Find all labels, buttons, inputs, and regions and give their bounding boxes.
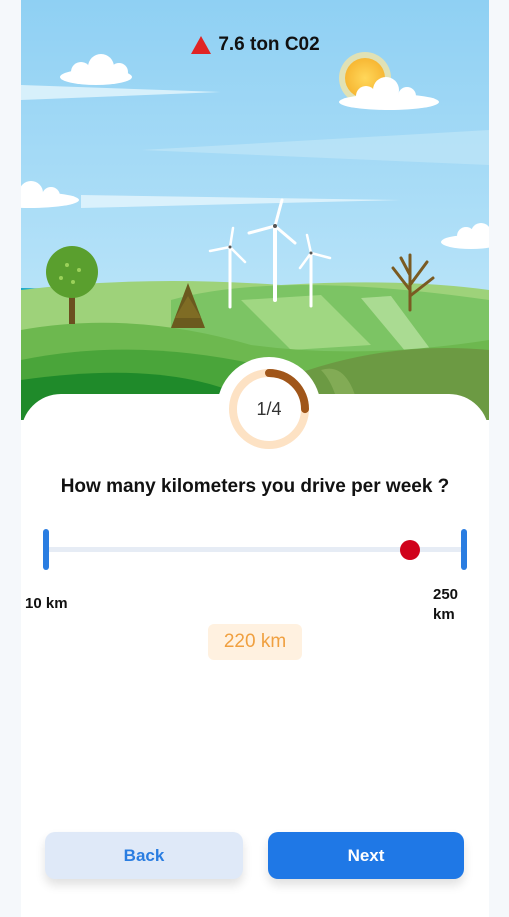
app-screen: 7.6 ton C02 1/4 How many kilometers you … [21, 0, 489, 917]
step-progress-ring: 1/4 [217, 357, 321, 461]
selected-value-badge: 220 km [208, 624, 302, 660]
slider-max-value: 250 [433, 586, 459, 603]
slider-min-label: 10 km [25, 595, 68, 612]
next-button[interactable]: Next [268, 832, 464, 879]
question-text: How many kilometers you drive per week ? [60, 476, 450, 497]
co2-indicator: 7.6 ton C02 [21, 34, 489, 56]
co2-total: 7.6 ton C02 [218, 34, 320, 55]
slider-thumb[interactable] [399, 540, 420, 560]
slider-max-unit: km [433, 606, 455, 623]
distance-slider[interactable] [43, 529, 467, 571]
slider-max-cap [461, 529, 467, 570]
back-button[interactable]: Back [45, 832, 243, 879]
warning-triangle-icon [191, 36, 212, 54]
slider-max-label: 250 km [433, 585, 473, 625]
step-counter: 1/4 [256, 398, 282, 419]
slider-min-cap [43, 529, 49, 570]
